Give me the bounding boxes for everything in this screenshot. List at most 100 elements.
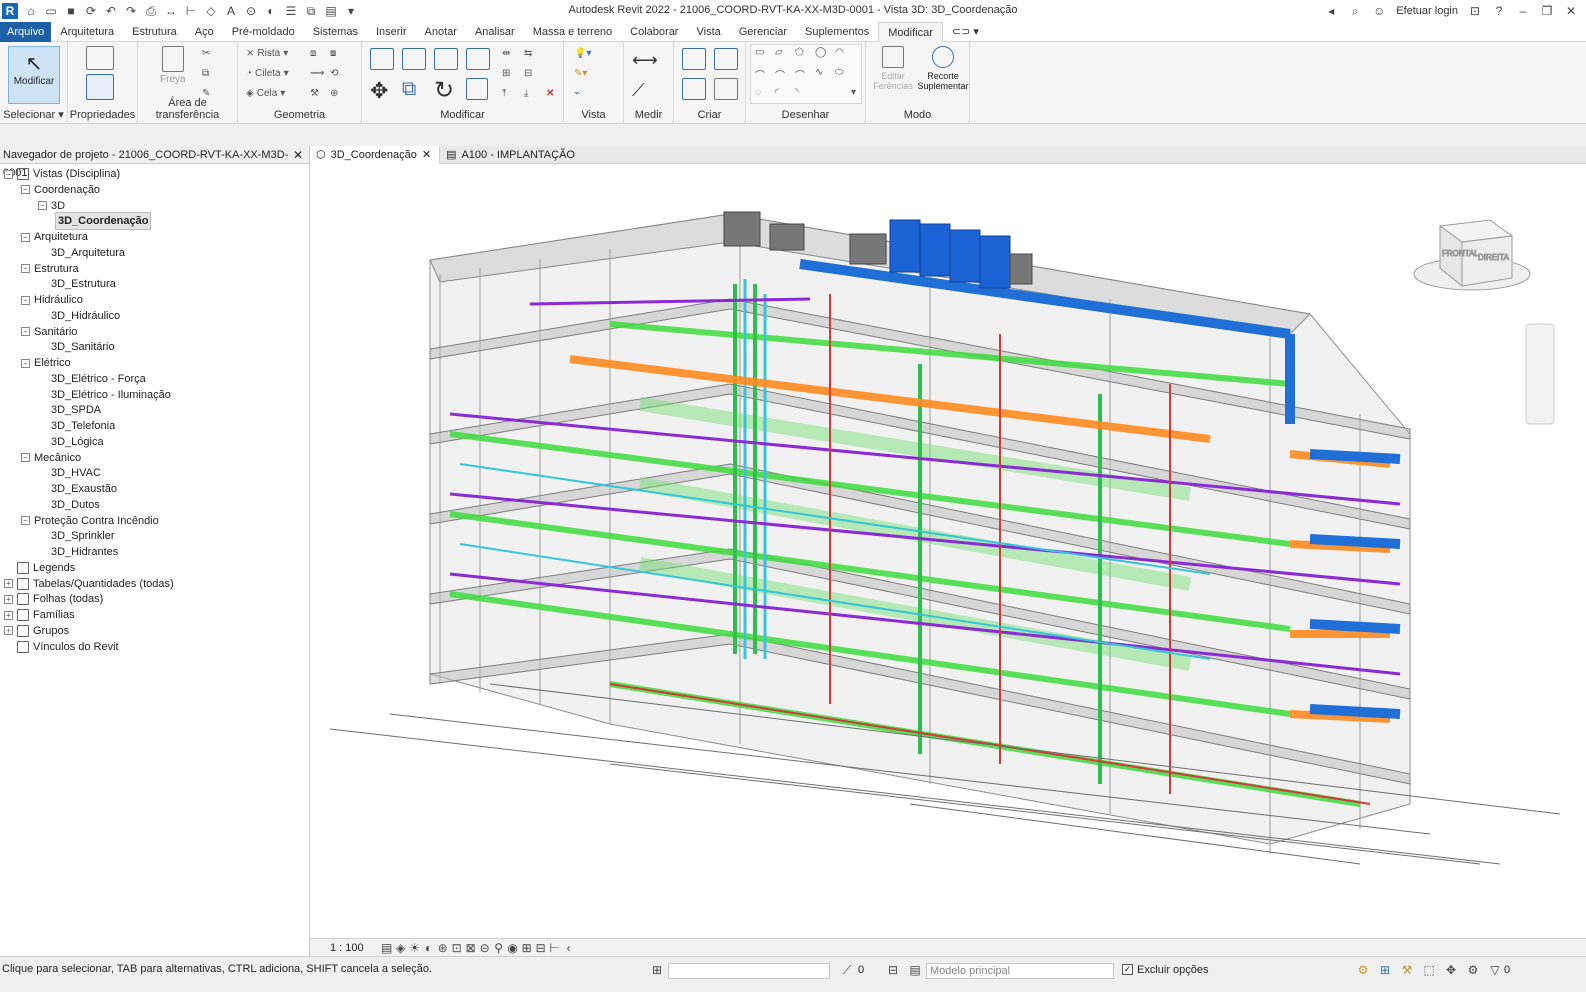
design-option-icon[interactable]: ▤ [908, 963, 922, 977]
ribbon-tab-4[interactable]: Pré-moldado [223, 22, 304, 42]
workset-select[interactable] [668, 963, 830, 979]
restore-icon[interactable]: ❐ [1540, 4, 1554, 18]
redo-icon[interactable]: ↷ [124, 4, 138, 18]
render-icon[interactable]: ⊛ [436, 941, 450, 955]
demolish-icon[interactable]: ⚒ [310, 88, 319, 99]
help-icon[interactable]: ? [1492, 4, 1506, 18]
collapse-icon[interactable]: − [21, 453, 30, 462]
design-option-select[interactable]: Modelo principal [926, 963, 1114, 979]
tree-item[interactable]: Vínculos do Revit [4, 639, 119, 655]
draw-ellipse-icon[interactable]: ⬭ [835, 67, 844, 78]
unpin-icon[interactable]: ⤓ [524, 88, 528, 99]
tree-item[interactable]: 3D_SPDA [38, 402, 101, 418]
editing-requests-icon[interactable]: ⟋ [840, 963, 854, 977]
offset-icon[interactable] [402, 48, 426, 70]
open-icon[interactable]: ▭ [44, 4, 58, 18]
thin-lines-icon[interactable]: ☰ [284, 4, 298, 18]
revit-logo-icon[interactable]: R [2, 3, 18, 19]
tree-item[interactable]: − Elétrico [21, 355, 71, 371]
tree-item[interactable]: 3D_Telefonia [38, 418, 115, 434]
tree-item[interactable]: + Folhas (todas) [4, 591, 103, 607]
tree-item[interactable]: 3D_Hidráulico [38, 308, 120, 324]
reveal-hidden-icon[interactable]: ◉ [506, 941, 520, 955]
draw-polygon-icon[interactable]: ⬠ [795, 47, 804, 58]
collapse-icon[interactable]: − [4, 169, 13, 179]
exclude-options-checkbox[interactable]: ✓ [1122, 964, 1133, 975]
scale-label[interactable]: 1 : 100 [330, 942, 364, 954]
tree-item[interactable]: − Estrutura [21, 261, 79, 277]
switch-windows-icon[interactable]: ▤ [324, 4, 338, 18]
ribbon-tab-2[interactable]: Estrutura [123, 22, 186, 42]
analytical-icon[interactable]: ⊟ [534, 941, 548, 955]
login-link[interactable]: Efetuar login [1396, 5, 1458, 17]
close-hidden-icon[interactable]: ⧉ [304, 4, 318, 18]
workset-icon[interactable]: ⊞ [650, 963, 664, 977]
draw-spline-icon[interactable]: ∿ [815, 67, 823, 78]
collapse-icon[interactable]: − [21, 232, 30, 242]
shadows-icon[interactable]: ◐ [422, 941, 436, 955]
pin-icon[interactable]: ⤒ [502, 88, 506, 99]
tree-item[interactable]: + Famílias [4, 607, 75, 623]
tree-item[interactable]: − Sanitário [21, 324, 77, 340]
user-icon[interactable]: ☺ [1372, 4, 1386, 18]
delete-icon[interactable]: ✕ [546, 88, 554, 99]
tree-item[interactable]: − Hidráulico [21, 292, 83, 308]
properties-button[interactable] [86, 46, 114, 100]
split-icon[interactable]: ⇹ [502, 48, 510, 59]
viewcube-front-label[interactable]: FRONTAL [1442, 249, 1480, 259]
ribbon-tab-11[interactable]: Vista [687, 22, 729, 42]
create-assembly-icon[interactable] [682, 48, 706, 70]
collapse-icon[interactable]: − [21, 295, 30, 305]
ribbon-tab-6[interactable]: Inserir [367, 22, 416, 42]
back-icon[interactable]: ◂ [1324, 4, 1338, 18]
drag-elements-icon[interactable]: ✥ [1444, 963, 1458, 977]
tree-item[interactable]: − Mecânico [21, 450, 81, 466]
home-icon[interactable]: ⌂ [24, 4, 38, 18]
ribbon-tab-3[interactable]: Aço [186, 22, 223, 42]
constraints-icon[interactable]: ⊢ [548, 941, 562, 955]
wall-join-icon[interactable]: ⧈ [310, 48, 316, 59]
section-icon[interactable]: ◐ [264, 4, 278, 18]
scroll-left-icon[interactable]: ‹ [562, 941, 576, 955]
worksharing-icon[interactable]: ⊞ [520, 941, 534, 955]
override-icon[interactable]: ✎▾ [574, 68, 587, 79]
linework-icon[interactable]: ⌁ [574, 88, 580, 99]
measure-element-icon[interactable]: ⟋ [632, 80, 645, 101]
dimension-icon[interactable]: ⊢ [184, 4, 198, 18]
draw-arc4-icon[interactable]: ⌒ [795, 67, 805, 82]
show-crop-icon[interactable]: ⊠ [464, 941, 478, 955]
ribbon-tab-12[interactable]: Gerenciar [730, 22, 796, 42]
tree-item[interactable]: 3D_Coordenação [55, 212, 152, 231]
gallery-expand-icon[interactable]: ▾ [851, 87, 856, 98]
sync-icon[interactable]: ⟳ [84, 4, 98, 18]
tree-item[interactable]: 3D_Sanitário [38, 339, 115, 355]
draw-ellipse2-icon[interactable]: ◌ [755, 87, 761, 98]
expand-icon[interactable]: + [4, 626, 13, 636]
cut-geometry-button[interactable]: ◈ Cela ▾ [246, 88, 285, 99]
expand-icon[interactable]: + [4, 579, 13, 588]
draw-fillet-icon[interactable]: ◝ [795, 87, 799, 98]
measure-icon[interactable]: ↔ [164, 4, 178, 18]
print-icon[interactable]: ⎙ [144, 4, 158, 18]
mirror-axis-icon[interactable] [434, 48, 458, 70]
tree-item[interactable]: 3D_Sprinkler [38, 528, 115, 544]
lock-3d-icon[interactable]: ⊝ [478, 941, 492, 955]
close-icon[interactable]: ✕ [422, 146, 431, 164]
binoculars-icon[interactable]: ⌕ [1348, 4, 1362, 18]
collapse-icon[interactable]: − [21, 185, 30, 195]
ribbon-tab-13[interactable]: Suplementos [796, 22, 878, 42]
collapse-icon[interactable]: − [21, 516, 30, 525]
collapse-icon[interactable]: − [21, 327, 30, 336]
create-similar-icon[interactable] [714, 78, 738, 100]
tree-item[interactable]: − Proteção Contra Incêndio [21, 513, 159, 529]
select-links-icon[interactable]: ⚙ [1356, 963, 1370, 977]
ribbon-tab-5[interactable]: Sistemas [304, 22, 367, 42]
create-parts-icon[interactable] [714, 48, 738, 70]
select-pinned-icon[interactable]: ⚒ [1400, 963, 1414, 977]
scale-icon[interactable]: ⊟ [524, 68, 532, 79]
text-icon[interactable]: A [224, 4, 238, 18]
split-face-icon[interactable]: ⧇ [330, 48, 336, 59]
cut-icon[interactable]: ✂ [202, 48, 210, 59]
3d-view-icon[interactable]: ⊙ [244, 4, 258, 18]
expand-icon[interactable]: + [4, 594, 13, 604]
